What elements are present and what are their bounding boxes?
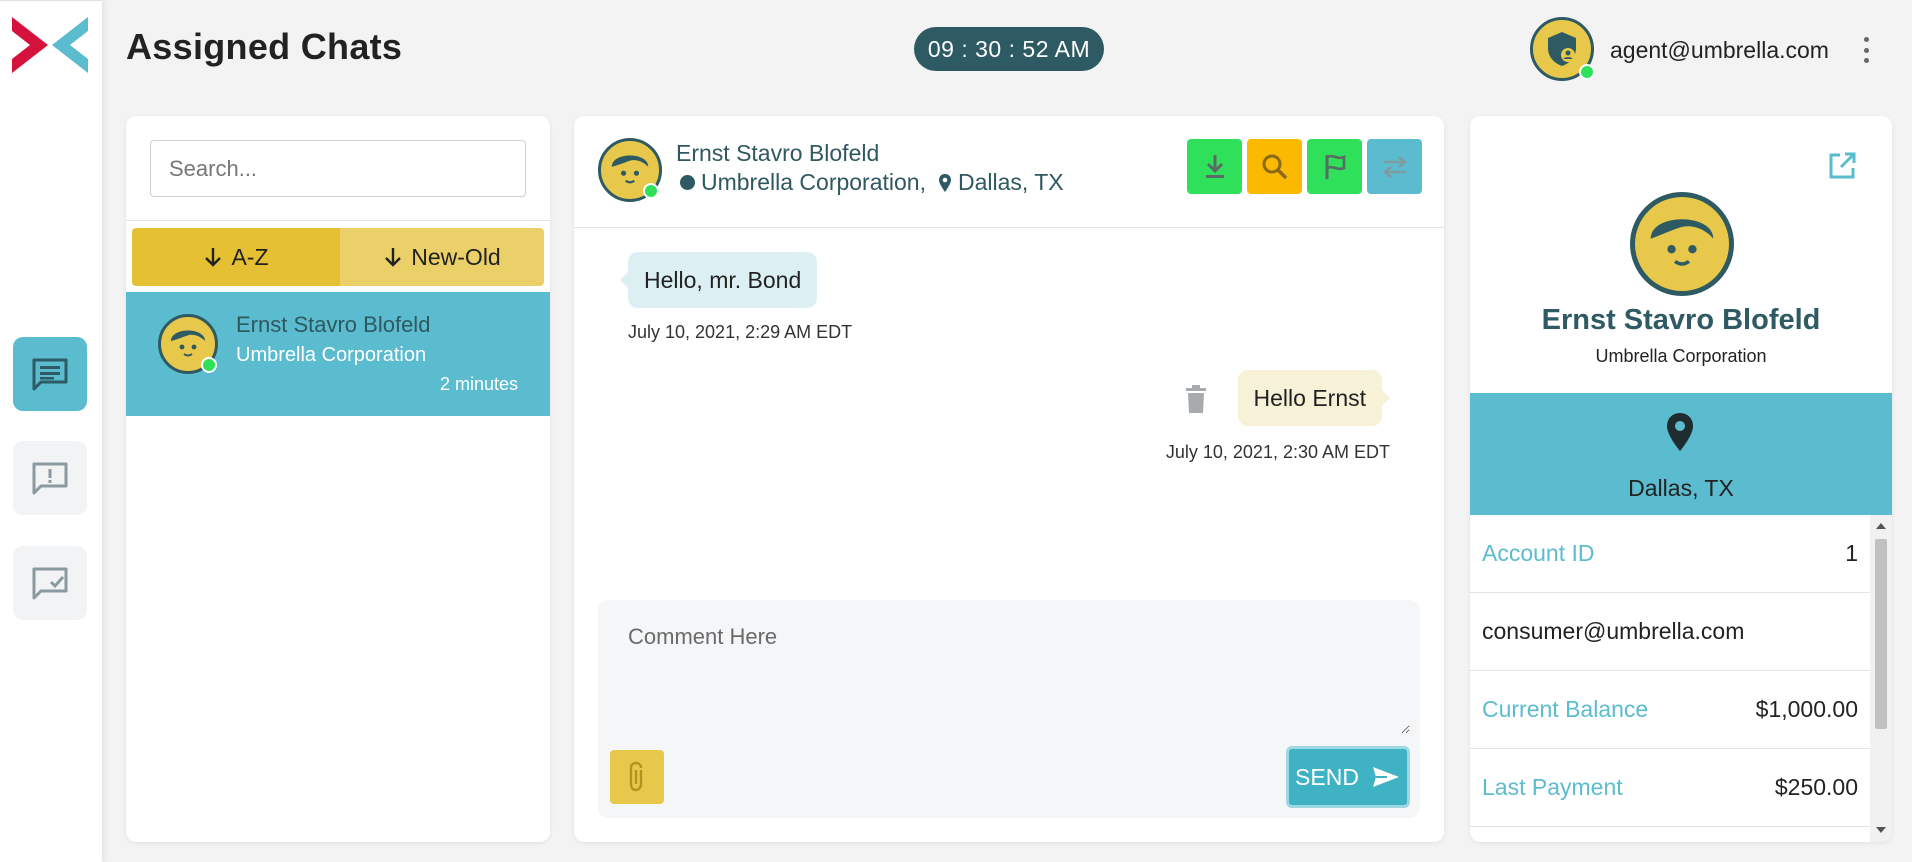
outgoing-message: Hello Ernst — [1237, 370, 1391, 426]
info-label: Last Payment — [1482, 774, 1623, 800]
info-value[interactable]: consumer@umbrella.com — [1482, 618, 1744, 645]
sort-new-old-label: New-Old — [411, 243, 501, 270]
sort-az-button[interactable]: A-Z — [132, 228, 340, 286]
info-row-email: consumer@umbrella.com — [1470, 593, 1870, 671]
info-label: Current Balance — [1482, 696, 1649, 722]
external-link-icon[interactable] — [1826, 150, 1858, 182]
clock-display: 09 : 30 : 52 AM — [914, 27, 1104, 71]
contact-company: Umbrella Corporation, — [701, 169, 926, 195]
send-button[interactable]: SEND — [1286, 746, 1410, 808]
flag-icon — [1325, 154, 1345, 179]
attach-button[interactable] — [610, 750, 664, 804]
more-menu-icon[interactable] — [1856, 35, 1876, 65]
resolved-chat-icon — [32, 567, 68, 600]
scroll-down-arrow[interactable] — [1876, 827, 1886, 833]
trash-icon[interactable] — [1184, 384, 1208, 414]
profile-avatar — [1630, 192, 1734, 296]
contact-meta: Umbrella Corporation, Dallas, TX — [680, 169, 1064, 196]
location-pin-icon — [1667, 413, 1693, 451]
profile-location-band: Dallas, TX — [1470, 393, 1892, 515]
download-button[interactable] — [1187, 139, 1242, 194]
contact-avatar[interactable] — [598, 138, 662, 202]
nav-assigned-chats[interactable] — [13, 337, 87, 411]
sort-az-label: A-Z — [231, 243, 269, 270]
flag-button[interactable] — [1307, 139, 1362, 194]
shield-user-icon — [1548, 32, 1576, 66]
info-value: 1 — [1845, 540, 1858, 566]
online-status-dot — [201, 357, 217, 373]
divider — [574, 227, 1444, 228]
info-label: Account ID — [1482, 540, 1595, 566]
compose-area: SEND — [598, 600, 1420, 818]
arrow-down-icon — [385, 248, 402, 267]
arrow-down-icon — [205, 248, 222, 267]
chat-icon — [32, 358, 68, 391]
download-icon — [1205, 154, 1224, 178]
conversation-panel: Ernst Stavro Blofeld Umbrella Corporatio… — [574, 116, 1444, 842]
transfer-icon — [1382, 155, 1407, 178]
chat-list-item[interactable]: Ernst Stavro Blofeld Umbrella Corporatio… — [126, 292, 550, 416]
profile-name: Ernst Stavro Blofeld — [1541, 304, 1821, 336]
comment-input[interactable] — [608, 610, 1410, 734]
nav-flagged-chats[interactable] — [13, 441, 87, 515]
info-row-account-id: Account ID 1 — [1470, 515, 1870, 593]
chat-item-name: Ernst Stavro Blofeld — [236, 312, 431, 337]
info-value: $250.00 — [1774, 774, 1858, 800]
chat-item-time: 2 minutes — [439, 374, 518, 394]
contact-name: Ernst Stavro Blofeld — [676, 140, 880, 166]
chat-list-panel: A-Z New-Old Ernst Stavro Blofeld Umbrell… — [126, 116, 550, 842]
divider — [126, 220, 550, 221]
transfer-button[interactable] — [1367, 139, 1422, 194]
profile-location: Dallas, TX — [1628, 475, 1734, 501]
nav-resolved-chats[interactable] — [13, 546, 87, 620]
online-status-dot — [643, 183, 659, 199]
profile-company: Umbrella Corporation — [1595, 346, 1767, 366]
search-input[interactable] — [150, 140, 526, 197]
search-icon — [1262, 154, 1287, 179]
incoming-message: Hello, mr. Bond — [619, 252, 818, 308]
scroll-up-arrow[interactable] — [1876, 523, 1886, 529]
person-face-icon — [1650, 219, 1714, 266]
company-dot-icon — [680, 175, 695, 190]
online-status-dot — [1579, 64, 1595, 80]
location-pin-icon — [938, 173, 951, 192]
contact-avatar — [158, 314, 218, 374]
page-title: Assigned Chats — [126, 26, 403, 67]
profile-scrollbar[interactable] — [1870, 515, 1892, 842]
info-row-last-payment: Last Payment $250.00 — [1470, 749, 1870, 827]
info-value: $1,000.00 — [1755, 696, 1858, 722]
info-row-current-balance: Current Balance $1,000.00 — [1470, 671, 1870, 749]
contact-location: Dallas, TX — [957, 169, 1064, 195]
send-label: SEND — [1295, 763, 1359, 790]
message-timestamp: July 10, 2021, 2:29 AM EDT — [628, 322, 853, 342]
alert-chat-icon — [32, 462, 68, 495]
app-logo[interactable] — [10, 15, 90, 75]
agent-email[interactable]: agent@umbrella.com — [1610, 37, 1829, 64]
send-icon — [1372, 767, 1399, 787]
scroll-thumb[interactable] — [1875, 539, 1887, 729]
sort-new-old-button[interactable]: New-Old — [340, 228, 544, 286]
agent-avatar[interactable] — [1530, 17, 1595, 81]
side-nav — [0, 0, 102, 862]
paperclip-icon — [629, 761, 643, 792]
chat-item-company: Umbrella Corporation — [236, 344, 427, 366]
search-messages-button[interactable] — [1247, 139, 1302, 194]
contact-profile-panel: Ernst Stavro Blofeld Umbrella Corporatio… — [1470, 116, 1892, 842]
message-timestamp: July 10, 2021, 2:30 AM EDT — [1165, 442, 1390, 462]
